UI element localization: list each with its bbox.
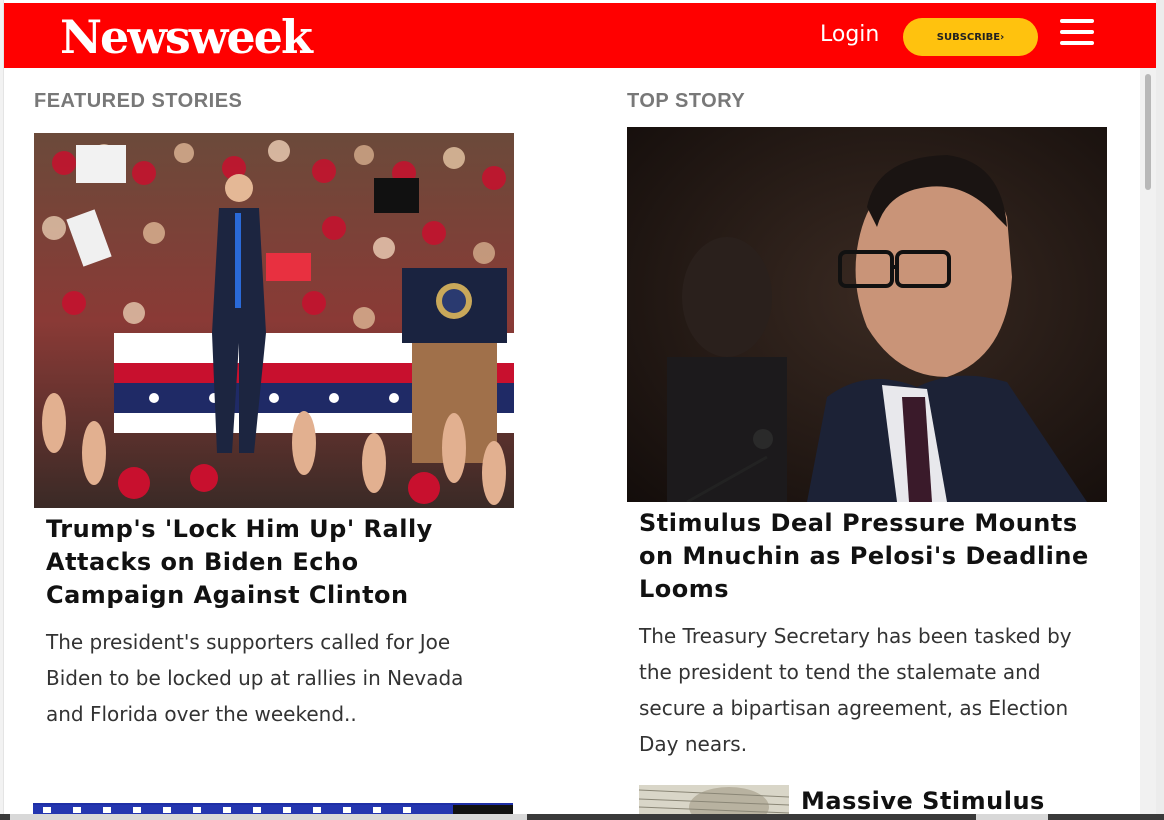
featured-story-image-2[interactable] <box>33 803 513 814</box>
featured-headline[interactable]: Trump's 'Lock Him Up' Rally Attacks on B… <box>46 513 506 612</box>
scrollbar-thumb[interactable] <box>1145 74 1151 190</box>
featured-summary: The president's supporters called for Jo… <box>46 630 464 726</box>
horizontal-scrollbar[interactable] <box>0 814 1164 820</box>
menu-bar-line <box>1060 30 1094 34</box>
featured-stories-heading: FEATURED STORIES <box>34 90 243 112</box>
scrollbar-segment <box>0 814 10 820</box>
menu-bar-line <box>1060 19 1094 23</box>
scrollbar-segment <box>1048 814 1164 820</box>
top-story-heading: TOP STORY <box>627 90 746 112</box>
top-story-image[interactable] <box>627 127 1107 502</box>
site-header: Newsweek Login SUBSCRIBE› <box>4 3 1156 68</box>
hamburger-menu-icon[interactable] <box>1060 19 1096 49</box>
subscribe-button[interactable]: SUBSCRIBE› <box>903 18 1038 56</box>
dollar-bill-photo <box>639 785 789 814</box>
related-story-thumbnail[interactable] <box>639 785 789 814</box>
featured-story-image[interactable] <box>34 133 514 508</box>
top-story-summary: The Treasury Secretary has been tasked b… <box>639 624 1072 756</box>
rally-photo <box>34 133 514 508</box>
menu-bar-line <box>1060 41 1094 45</box>
window-edge <box>0 0 4 820</box>
window-edge-right <box>1156 0 1164 820</box>
teaser-photo <box>33 805 513 814</box>
login-link[interactable]: Login <box>820 20 879 50</box>
top-story-headline[interactable]: Stimulus Deal Pressure Mounts on Mnuchin… <box>639 507 1119 606</box>
mnuchin-photo <box>627 127 1107 502</box>
scrollbar-segment <box>527 814 976 820</box>
newsweek-logo[interactable]: Newsweek <box>60 9 313 65</box>
